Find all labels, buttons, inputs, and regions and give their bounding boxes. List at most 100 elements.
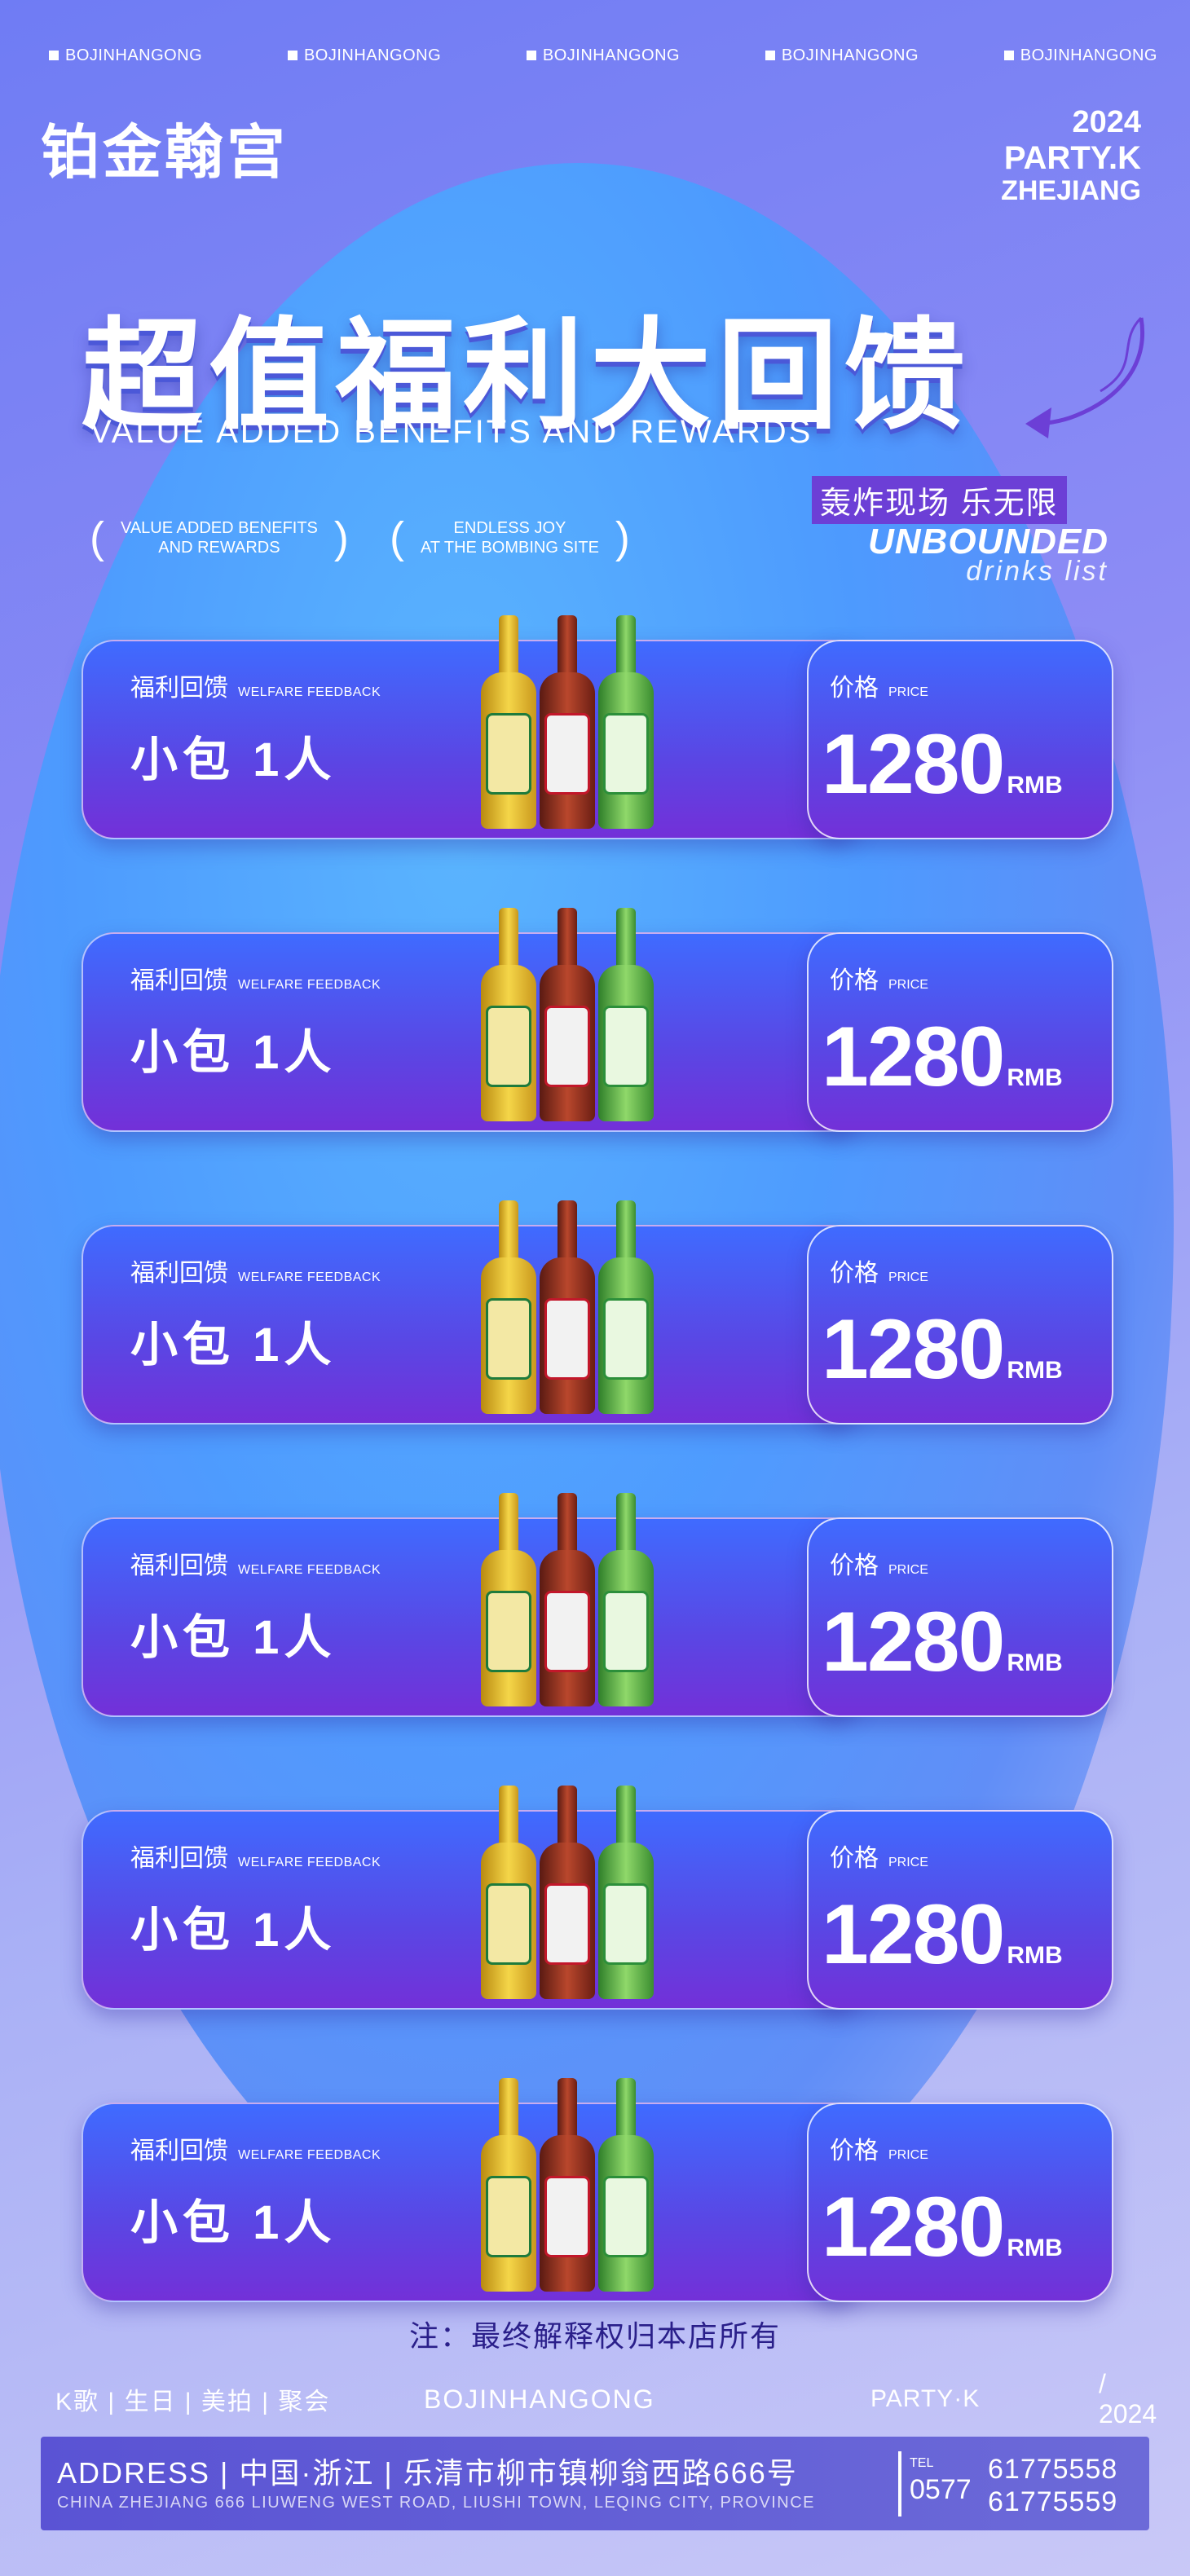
footer-brand: BOJINHANGONG	[424, 2384, 655, 2414]
label-en: WELFARE FEEDBACK	[238, 1270, 381, 1284]
bracket-left: (	[390, 513, 404, 562]
beer-bottle-icon	[540, 1786, 595, 1999]
package-item: 小包 1人	[130, 1904, 337, 1957]
price-label: 价格 PRICE	[830, 2130, 928, 2166]
label-en: WELFARE FEEDBACK	[238, 2148, 381, 2162]
bracket-line: AT THE BOMBING SITE	[420, 539, 599, 557]
beer-bottles-image	[481, 607, 660, 829]
disclaimer-note: 注：最终解释权归本店所有	[408, 2319, 781, 2353]
bracket-right: )	[615, 513, 630, 562]
price-label: 价格 PRICE	[830, 960, 928, 996]
price-label-en: PRICE	[888, 1563, 928, 1577]
bracket-joy: ( ENDLESS JOY AT THE BOMBING SITE )	[390, 513, 691, 562]
price-label-cn: 价格	[830, 675, 879, 702]
price-unit: RMB	[1007, 2235, 1063, 2261]
address-line: ADDRESS | 中国·浙江 | 乐清市柳市镇柳翁西路666号	[57, 2456, 798, 2490]
beer-bottle-icon	[481, 908, 536, 1121]
price-number: 1280	[822, 1595, 1005, 1689]
package-card[interactable]: 福利回馈 WELFARE FEEDBACK 小包 1人 价格 PRICE 1280 R…	[82, 615, 1113, 839]
bracket-line: ENDLESS JOY	[453, 519, 566, 537]
top-tag: BOJINHANGONG	[1004, 46, 1157, 65]
package-item: 小包 1人	[130, 1319, 337, 1372]
price-label-en: PRICE	[888, 978, 928, 992]
brand-name: 铂金翰宫	[41, 121, 289, 186]
price-label-en: PRICE	[888, 1856, 928, 1869]
bracket-left: (	[90, 513, 104, 562]
price-label-en: PRICE	[888, 2148, 928, 2162]
price-number: 1280	[822, 1302, 1005, 1397]
bracket-text: ENDLESS JOY AT THE BOMBING SITE	[404, 518, 615, 557]
footer-tags-row: K歌 | 生日 | 美拍 | 聚会 BOJINHANGONG PARTY·K /…	[55, 2369, 1157, 2428]
beer-bottle-icon	[540, 1493, 595, 1706]
package-card[interactable]: 福利回馈 WELFARE FEEDBACK 小包 1人 价格 PRICE 1280 R…	[82, 1200, 1113, 1425]
area-code: 0577	[910, 2474, 972, 2505]
phone-number[interactable]: 61775558	[988, 2453, 1117, 2486]
package-card[interactable]: 福利回馈 WELFARE FEEDBACK 小包 1人 价格 PRICE 1280 R…	[82, 1786, 1113, 2010]
curved-arrow-icon	[1025, 316, 1144, 438]
label-en: WELFARE FEEDBACK	[238, 685, 381, 699]
price-unit: RMB	[1007, 1942, 1063, 1969]
phone-number[interactable]: 61775559	[988, 2486, 1117, 2518]
price-value: 1280 RMB	[822, 1594, 1063, 1691]
price-number: 1280	[822, 717, 1005, 812]
price-label: 价格 PRICE	[830, 1838, 928, 1874]
package-card[interactable]: 福利回馈 WELFARE FEEDBACK 小包 1人 价格 PRICE 1280 R…	[82, 908, 1113, 1132]
beer-bottle-icon	[598, 908, 654, 1121]
label-cn: 福利回馈	[130, 1552, 228, 1579]
beer-bottle-icon	[540, 2078, 595, 2292]
beer-bottles-image	[481, 1777, 660, 1999]
beer-bottle-icon	[540, 615, 595, 829]
bracket-line: AND REWARDS	[158, 539, 280, 557]
label-en: WELFARE FEEDBACK	[238, 978, 381, 992]
price-value: 1280 RMB	[822, 2179, 1063, 2276]
price-label-cn: 价格	[830, 1845, 879, 1872]
welfare-label: 福利回馈 WELFARE FEEDBACK	[130, 960, 381, 996]
party-region: ZHEJIANG	[1001, 174, 1141, 206]
label-cn: 福利回馈	[130, 967, 228, 994]
price-label-cn: 价格	[830, 1260, 879, 1287]
beer-bottle-icon	[598, 615, 654, 829]
beer-bottle-icon	[481, 2078, 536, 2292]
top-tag: BOJINHANGONG	[288, 46, 441, 65]
label-en: WELFARE FEEDBACK	[238, 1856, 381, 1869]
footer-categories: K歌 | 生日 | 美拍 | 聚会	[55, 2389, 331, 2415]
price-value: 1280 RMB	[822, 1301, 1063, 1398]
party-year: 2024	[1072, 105, 1141, 139]
slogan-badge: 轰炸现场 乐无限	[812, 476, 1067, 524]
beer-bottle-icon	[481, 1200, 536, 1414]
package-item: 小包 1人	[130, 1611, 337, 1664]
address-divider	[898, 2451, 901, 2517]
beer-bottles-image	[481, 1485, 660, 1706]
price-unit: RMB	[1007, 1357, 1063, 1384]
package-item: 小包 1人	[130, 2196, 337, 2249]
beer-bottle-icon	[598, 1786, 654, 1999]
label-en: WELFARE FEEDBACK	[238, 1563, 381, 1577]
footer-party: PARTY·K	[870, 2385, 981, 2412]
package-card[interactable]: 福利回馈 WELFARE FEEDBACK 小包 1人 价格 PRICE 1280 R…	[82, 2078, 1113, 2302]
label-cn: 福利回馈	[130, 1260, 228, 1287]
label-cn: 福利回馈	[130, 2138, 228, 2164]
tel-label: TEL	[910, 2456, 934, 2470]
price-number: 1280	[822, 1010, 1005, 1104]
beer-bottle-icon	[481, 615, 536, 829]
label-cn: 福利回馈	[130, 1845, 228, 1872]
top-tag: BOJINHANGONG	[765, 46, 919, 65]
address-line-en: CHINA ZHEJIANG 666 LIUWENG WEST ROAD, LI…	[57, 2494, 816, 2512]
package-item: 小包 1人	[130, 1026, 337, 1079]
beer-bottle-icon	[540, 908, 595, 1121]
price-value: 1280 RMB	[822, 1887, 1063, 1984]
party-name: PARTY.K	[1003, 139, 1141, 176]
beer-bottles-image	[481, 900, 660, 1121]
price-label-cn: 价格	[830, 2138, 879, 2164]
phone-numbers: 61775558 61775559	[988, 2453, 1117, 2518]
bracket-right: )	[333, 513, 349, 562]
top-tag: BOJINHANGONG	[527, 46, 680, 65]
subhead: VALUE ADDED BENEFITS AND REWARDS	[90, 414, 813, 450]
price-label: 价格 PRICE	[830, 667, 928, 703]
label-cn: 福利回馈	[130, 675, 228, 702]
price-value: 1280 RMB	[822, 716, 1063, 813]
package-card[interactable]: 福利回馈 WELFARE FEEDBACK 小包 1人 价格 PRICE 1280 R…	[82, 1493, 1113, 1717]
bracket-text: VALUE ADDED BENEFITS AND REWARDS	[104, 518, 334, 557]
top-tag-bar: BOJINHANGONG BOJINHANGONG BOJINHANGONG B…	[49, 46, 1157, 65]
welfare-label: 福利回馈 WELFARE FEEDBACK	[130, 667, 381, 703]
